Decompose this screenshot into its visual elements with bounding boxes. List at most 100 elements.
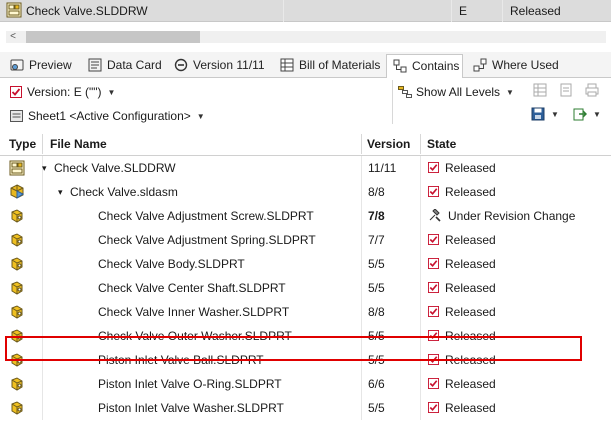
state-label: Released	[445, 233, 496, 247]
file-name-cell: Check Valve Inner Washer.SLDPRT	[98, 305, 290, 319]
tab-bill-of-materials[interactable]: Bill of Materials	[274, 54, 380, 78]
file-name-cell: Check Valve Center Shaft.SLDPRT	[98, 281, 286, 295]
document-icon[interactable]	[559, 83, 573, 100]
table-row[interactable]: Check Valve Inner Washer.SLDPRT 8/8 Releas…	[0, 300, 611, 324]
state-cell: Released	[428, 300, 496, 324]
table-row[interactable]: Piston Inlet Valve Ball.SLDPRT 5/5 Release…	[0, 348, 611, 372]
where-used-icon	[473, 57, 487, 72]
drawing-icon	[6, 0, 22, 22]
contains-grid: Type File Name Version State ▾ Check Valv…	[0, 132, 611, 423]
file-name-cell: Check Valve Body.SLDPRT	[98, 257, 245, 271]
chevron-down-icon: ▼	[551, 110, 559, 119]
contains-toolbar: Version: E ("") ▼ Sheet1 <Active Configur…	[0, 78, 611, 128]
column-header-version[interactable]: Version	[367, 132, 410, 156]
part-icon	[9, 256, 25, 272]
state-cell: Released	[428, 324, 496, 348]
configuration-dropdown[interactable]: Sheet1 <Active Configuration> ▼	[10, 109, 205, 123]
version-cell: 8/8	[368, 185, 385, 199]
tab-where-used[interactable]: Where Used	[467, 54, 559, 78]
table-row[interactable]: Check Valve Adjustment Screw.SLDPRT 7/8 Un…	[0, 204, 611, 228]
sheet-icon	[10, 110, 23, 122]
file-name-cell: Piston Inlet Valve O-Ring.SLDPRT	[98, 377, 282, 391]
table-row[interactable]: Check Valve Body.SLDPRT 5/5 Released	[0, 252, 611, 276]
drawing-icon	[9, 160, 25, 176]
selected-file-row[interactable]: Check Valve.SLDDRW E Released	[0, 0, 611, 22]
state-cell: Released	[428, 252, 496, 276]
show-levels-label: Show All Levels	[416, 85, 501, 99]
table-row[interactable]: Check Valve Outer Washer.SLDPRT 5/5 Releas…	[0, 324, 611, 348]
data-card-icon	[88, 57, 102, 72]
tab-preview[interactable]: Preview	[4, 54, 72, 78]
state-label: Released	[445, 353, 496, 367]
released-check-icon	[428, 157, 439, 173]
state-cell: Released	[428, 180, 496, 204]
version-cell: 5/5	[368, 329, 385, 343]
chevron-down-icon: ▼	[196, 112, 205, 121]
state-cell: Released	[428, 156, 496, 180]
part-icon	[9, 280, 25, 296]
version-cell: 7/8	[368, 209, 385, 223]
tab-label: Version 11/11	[193, 58, 265, 72]
file-name-cell: Check Valve Outer Washer.SLDPRT	[98, 329, 292, 343]
part-icon	[9, 352, 25, 368]
state-label: Released	[445, 305, 496, 319]
state-cell: Released	[428, 276, 496, 300]
released-check-icon	[428, 373, 439, 389]
chevron-down-icon: ▼	[593, 110, 601, 119]
column-header-file-name[interactable]: File Name	[50, 132, 107, 156]
version-label: Version: E ("")	[27, 85, 102, 99]
contains-icon	[393, 58, 407, 73]
tab-version[interactable]: Version 11/11	[168, 54, 265, 78]
version-cell: 5/5	[368, 401, 385, 415]
version-cell: 11/11	[368, 161, 397, 175]
export-dropdown[interactable]: ▼	[573, 107, 601, 121]
configuration-label: Sheet1 <Active Configuration>	[28, 109, 191, 123]
table-row[interactable]: Piston Inlet Valve Washer.SLDPRT 5/5 Relea…	[0, 396, 611, 420]
tab-bar: Preview Data Card Version 11/11 Bill of …	[0, 52, 611, 79]
toolbar-divider	[392, 80, 393, 124]
column-header-state[interactable]: State	[427, 132, 456, 156]
show-levels-dropdown[interactable]: Show All Levels ▼	[398, 85, 514, 99]
table-row[interactable]: Check Valve Center Shaft.SLDPRT 5/5 Releas…	[0, 276, 611, 300]
released-check-icon	[428, 229, 439, 245]
state-cell: Released	[428, 348, 496, 372]
scroll-left-arrow[interactable]: <	[6, 31, 20, 43]
released-check-icon	[428, 277, 439, 293]
chevron-down-icon: ▼	[506, 88, 514, 97]
levels-icon	[398, 86, 412, 98]
grid-view-icon[interactable]	[533, 83, 547, 100]
table-row[interactable]: Check Valve Adjustment Spring.SLDPRT 7/7 R…	[0, 228, 611, 252]
version-icon	[174, 57, 188, 72]
released-check-icon	[428, 181, 439, 197]
expand-chevron-icon[interactable]: ▾	[42, 156, 47, 180]
horizontal-scrollbar[interactable]: <	[0, 22, 611, 52]
top-row-state: Released	[510, 4, 561, 18]
expand-chevron-icon[interactable]: ▾	[58, 180, 63, 204]
table-row[interactable]: ▾ Check Valve.SLDDRW 11/11 Released	[0, 156, 611, 180]
state-label: Released	[445, 257, 496, 271]
table-row[interactable]: ▾ Check Valve.sldasm 8/8 Released	[0, 180, 611, 204]
save-dropdown[interactable]: ▼	[531, 107, 559, 121]
scrollbar-track[interactable]: <	[6, 31, 606, 43]
printer-icon[interactable]	[585, 83, 599, 100]
grid-header: Type File Name Version State	[0, 132, 611, 156]
version-dropdown[interactable]: Version: E ("") ▼	[10, 85, 115, 99]
state-label: Released	[445, 185, 496, 199]
table-row[interactable]: Piston Inlet Valve O-Ring.SLDPRT 6/6 Relea…	[0, 372, 611, 396]
scrollbar-thumb[interactable]	[26, 31, 200, 43]
column-header-type[interactable]: Type	[9, 132, 36, 156]
state-label: Released	[445, 161, 496, 175]
file-name-cell: Piston Inlet Valve Ball.SLDPRT	[98, 353, 264, 367]
tab-data-card[interactable]: Data Card	[82, 54, 162, 78]
bom-icon	[280, 57, 294, 72]
released-check-icon	[428, 301, 439, 317]
version-cell: 5/5	[368, 281, 385, 295]
chevron-down-icon: ▼	[107, 88, 116, 97]
tab-contains[interactable]: Contains	[386, 54, 463, 79]
state-label: Released	[445, 377, 496, 391]
state-cell: Released	[428, 228, 496, 252]
version-cell: 5/5	[368, 353, 385, 367]
tab-label: Where Used	[492, 58, 559, 72]
released-check-icon	[428, 349, 439, 365]
part-icon	[9, 232, 25, 248]
